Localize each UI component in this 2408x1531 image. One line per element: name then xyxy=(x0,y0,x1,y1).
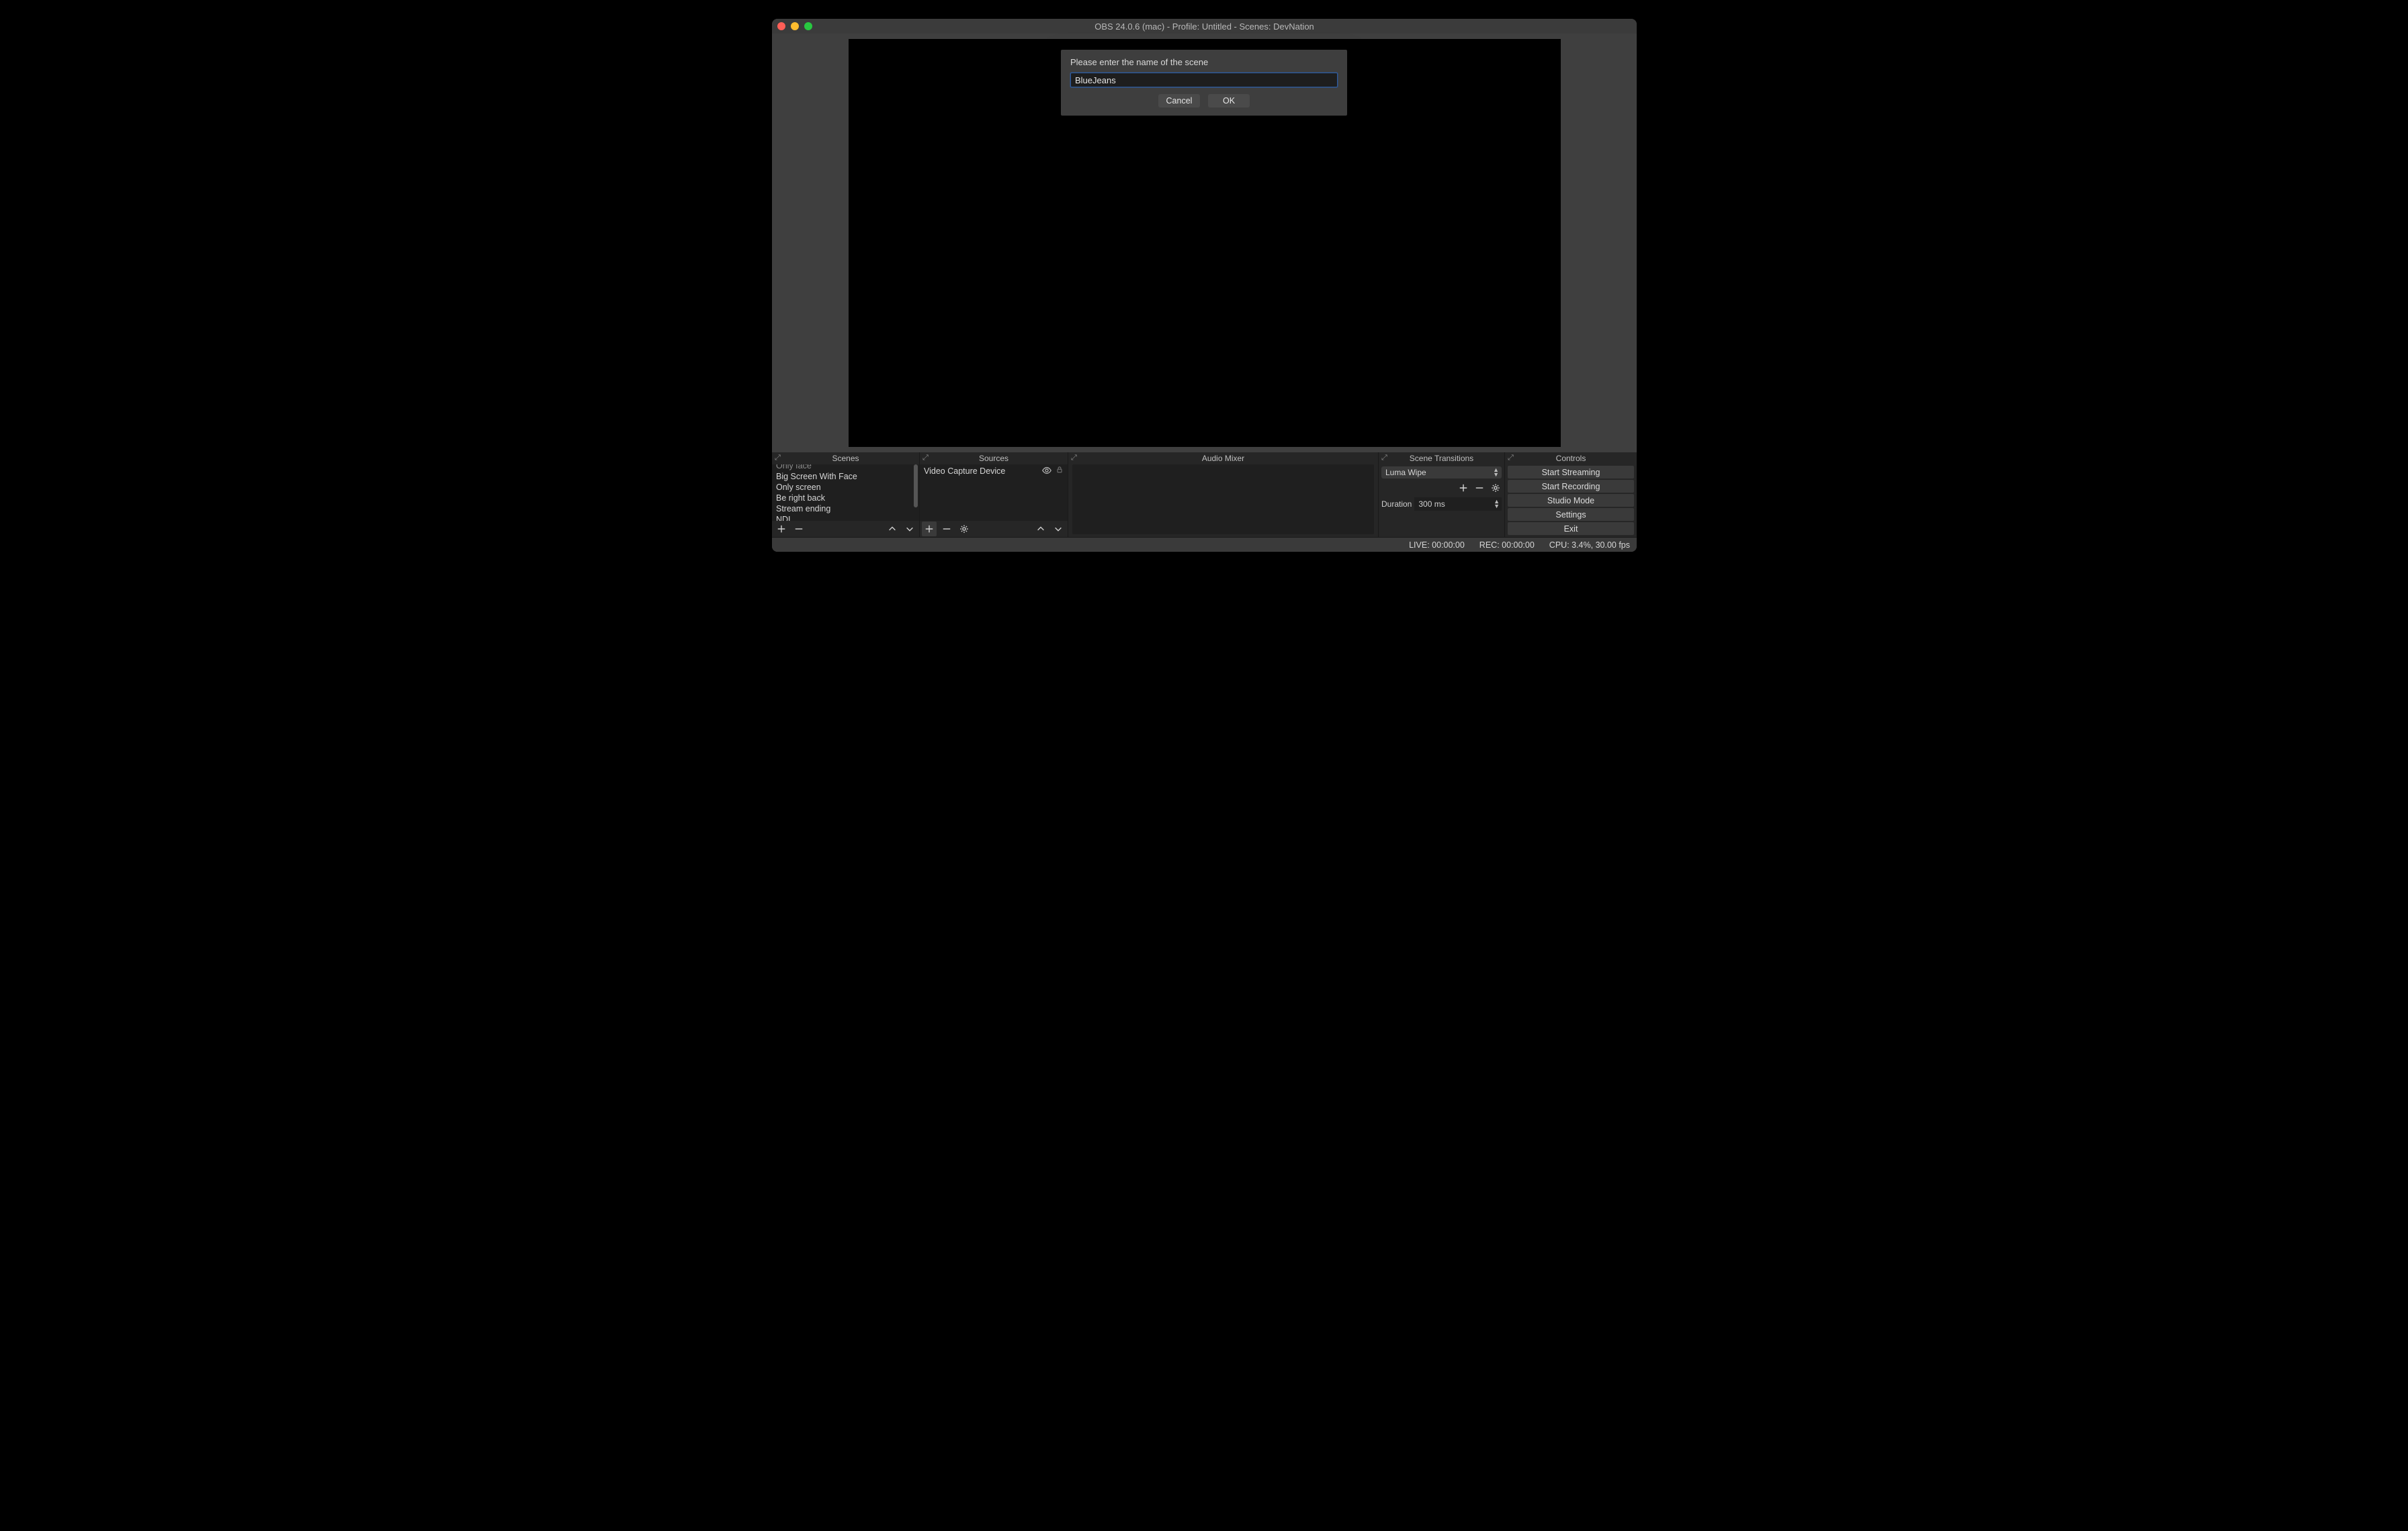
transitions-dock: ⤢ Scene Transitions Luma Wipe ▲▼ Duratio… xyxy=(1379,452,1505,537)
status-cpu: CPU: 3.4%, 30.00 fps xyxy=(1549,540,1630,550)
audio-mixer-dock: ⤢ Audio Mixer xyxy=(1068,452,1379,537)
sources-toolbar xyxy=(920,521,1068,537)
window-minimize-icon[interactable] xyxy=(791,22,799,30)
duration-value: 300 ms xyxy=(1418,499,1445,509)
transitions-dock-header: ⤢ Scene Transitions xyxy=(1379,452,1504,464)
add-scene-button[interactable] xyxy=(774,522,789,536)
remove-source-button[interactable] xyxy=(939,522,954,536)
detach-icon[interactable]: ⤢ xyxy=(1071,454,1079,462)
detach-icon[interactable]: ⤢ xyxy=(1508,454,1516,462)
transitions-dock-title: Scene Transitions xyxy=(1410,454,1473,463)
settings-button[interactable]: Settings xyxy=(1508,508,1634,521)
duration-spinner[interactable]: 300 ms ▲▼ xyxy=(1414,497,1502,511)
add-source-button[interactable] xyxy=(922,522,937,536)
remove-scene-button[interactable] xyxy=(791,522,806,536)
lock-icon[interactable] xyxy=(1056,466,1064,477)
window-zoom-icon[interactable] xyxy=(804,22,812,30)
scenes-dock-header: ⤢ Scenes xyxy=(772,452,919,464)
controls-dock-header: ⤢ Controls xyxy=(1505,452,1637,464)
window-close-icon[interactable] xyxy=(777,22,785,30)
start-streaming-button[interactable]: Start Streaming xyxy=(1508,466,1634,479)
status-bar: LIVE: 00:00:00 REC: 00:00:00 CPU: 3.4%, … xyxy=(772,537,1637,552)
scene-item[interactable]: Only screen xyxy=(772,482,919,493)
scenes-dock-title: Scenes xyxy=(832,454,859,463)
ok-button[interactable]: OK xyxy=(1208,94,1250,108)
source-list[interactable]: Video Capture Device xyxy=(920,464,1068,521)
source-item[interactable]: Video Capture Device xyxy=(920,464,1068,478)
transition-properties-button[interactable] xyxy=(1490,482,1502,494)
move-source-down-button[interactable] xyxy=(1051,522,1066,536)
move-scene-down-button[interactable] xyxy=(902,522,917,536)
mixer-dock-header: ⤢ Audio Mixer xyxy=(1068,452,1378,464)
duration-label: Duration xyxy=(1381,499,1412,509)
preview-area: Please enter the name of the scene Cance… xyxy=(772,34,1637,452)
studio-mode-button[interactable]: Studio Mode xyxy=(1508,494,1634,507)
status-live: LIVE: 00:00:00 xyxy=(1409,540,1465,550)
scene-scrollbar[interactable] xyxy=(914,464,918,507)
audio-mixer-body xyxy=(1072,464,1374,534)
sources-dock-title: Sources xyxy=(979,454,1008,463)
status-rec: REC: 00:00:00 xyxy=(1479,540,1535,550)
new-scene-dialog: Please enter the name of the scene Cance… xyxy=(1061,50,1347,116)
detach-icon[interactable]: ⤢ xyxy=(1381,454,1389,462)
detach-icon[interactable]: ⤢ xyxy=(922,454,931,462)
mixer-dock-title: Audio Mixer xyxy=(1202,454,1244,463)
scene-name-input[interactable] xyxy=(1070,73,1338,87)
window-title: OBS 24.0.6 (mac) - Profile: Untitled - S… xyxy=(772,22,1637,32)
updown-icon: ▲▼ xyxy=(1494,499,1500,509)
add-transition-button[interactable] xyxy=(1457,482,1469,494)
scene-item[interactable]: Stream ending xyxy=(772,503,919,514)
source-item-label: Video Capture Device xyxy=(924,466,1005,476)
sources-dock: ⤢ Sources Video Capture Device xyxy=(920,452,1068,537)
cancel-button[interactable]: Cancel xyxy=(1158,94,1200,108)
titlebar: OBS 24.0.6 (mac) - Profile: Untitled - S… xyxy=(772,19,1637,34)
scene-list[interactable]: Only face Big Screen With Face Only scre… xyxy=(772,464,919,521)
controls-dock-title: Controls xyxy=(1556,454,1586,463)
move-source-up-button[interactable] xyxy=(1033,522,1048,536)
source-properties-button[interactable] xyxy=(957,522,972,536)
scene-item[interactable]: Big Screen With Face xyxy=(772,471,919,482)
exit-button[interactable]: Exit xyxy=(1508,522,1634,535)
bottom-docks: ⤢ Scenes Only face Big Screen With Face … xyxy=(772,452,1637,537)
start-recording-button[interactable]: Start Recording xyxy=(1508,480,1634,493)
remove-transition-button[interactable] xyxy=(1473,482,1486,494)
updown-icon: ▲▼ xyxy=(1493,468,1499,477)
scene-item[interactable]: Only face xyxy=(772,464,919,471)
controls-dock: ⤢ Controls Start Streaming Start Recordi… xyxy=(1505,452,1637,537)
transition-selected-label: Luma Wipe xyxy=(1385,468,1426,477)
dialog-prompt-label: Please enter the name of the scene xyxy=(1070,57,1338,67)
detach-icon[interactable]: ⤢ xyxy=(775,454,783,462)
scenes-dock: ⤢ Scenes Only face Big Screen With Face … xyxy=(772,452,920,537)
app-window: OBS 24.0.6 (mac) - Profile: Untitled - S… xyxy=(772,19,1637,552)
scenes-toolbar xyxy=(772,521,919,537)
sources-dock-header: ⤢ Sources xyxy=(920,452,1068,464)
move-scene-up-button[interactable] xyxy=(885,522,900,536)
scene-item[interactable]: Be right back xyxy=(772,493,919,503)
transition-select[interactable]: Luma Wipe ▲▼ xyxy=(1381,466,1502,479)
scene-item[interactable]: NDI xyxy=(772,514,919,521)
visibility-icon[interactable] xyxy=(1042,466,1051,477)
